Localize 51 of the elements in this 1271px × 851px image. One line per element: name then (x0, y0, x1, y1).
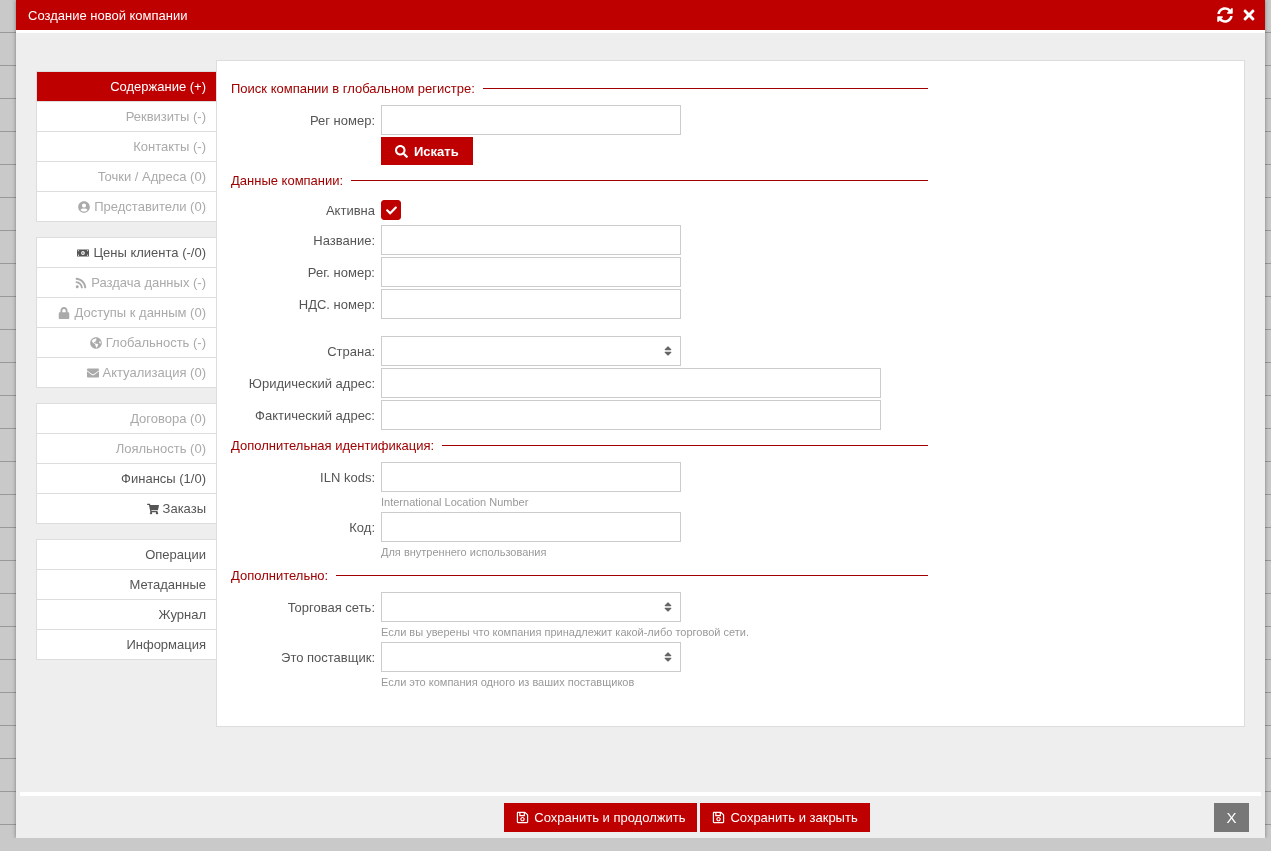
field-label: ILN kods: (320, 469, 375, 485)
text-field[interactable] (381, 105, 681, 135)
field-label: Рег номер: (309, 112, 375, 128)
banknote-icon (77, 246, 90, 259)
lock-icon (58, 306, 71, 319)
text-field[interactable] (381, 289, 681, 319)
sidebar-item[interactable]: Содержание (+) (37, 72, 216, 101)
section-title: Поиск компании в глобальном регистре: (231, 80, 475, 96)
select-field[interactable] (381, 592, 681, 622)
select-field[interactable] (381, 336, 681, 366)
text-field[interactable] (381, 225, 681, 255)
sort-icon (662, 601, 674, 613)
field-label: Страна: (327, 343, 375, 359)
field-hint: Если вы уверены что компания принадлежит какой-либо торговой сети. (381, 625, 749, 640)
window-title: Создание новой компании (28, 7, 189, 23)
check-icon (385, 204, 397, 216)
section-title: Данные компании: (231, 172, 344, 188)
text-field[interactable] (381, 462, 681, 492)
rss-icon (75, 276, 88, 289)
field-label: Это поставщик: (281, 649, 375, 665)
cart-icon (146, 502, 159, 515)
search-button[interactable]: Искать (381, 137, 473, 165)
text-field[interactable] (381, 512, 681, 542)
field-label: Рег. номер: (307, 264, 375, 280)
text-field[interactable] (381, 257, 681, 287)
field-hint: Для внутреннего использования (381, 545, 547, 560)
section-title: Дополнительно: (231, 567, 329, 583)
globe-icon (89, 336, 102, 349)
text-field[interactable] (381, 400, 881, 430)
section-title: Дополнительная идентификация: (231, 437, 435, 453)
field-label: Код: (349, 519, 375, 535)
close-icon[interactable] (1241, 7, 1257, 23)
field-label: Юридический адрес: (248, 375, 375, 391)
sort-icon (662, 345, 674, 357)
checkbox[interactable] (381, 200, 401, 220)
field-label: Торговая сеть: (287, 599, 375, 615)
field-hint: International Location Number (381, 495, 529, 510)
sort-icon (662, 651, 674, 663)
select-field[interactable] (381, 642, 681, 672)
checkbox-label: Активна (325, 202, 375, 218)
save-button[interactable]: Сохранить и продолжить (504, 802, 698, 832)
refresh-icon[interactable] (1217, 7, 1233, 23)
save-button[interactable]: Сохранить и закрыть (700, 802, 870, 832)
field-hint: Если это компания одного из ваших поставщиков (381, 675, 635, 690)
field-label: Фактический адрес: (255, 407, 375, 423)
text-field[interactable] (381, 368, 881, 398)
envelope-icon (86, 366, 99, 379)
search-icon (395, 144, 408, 158)
field-label: НДС. номер: (298, 296, 375, 312)
field-label: Название: (313, 232, 375, 248)
close-button[interactable]: X (1214, 802, 1249, 832)
